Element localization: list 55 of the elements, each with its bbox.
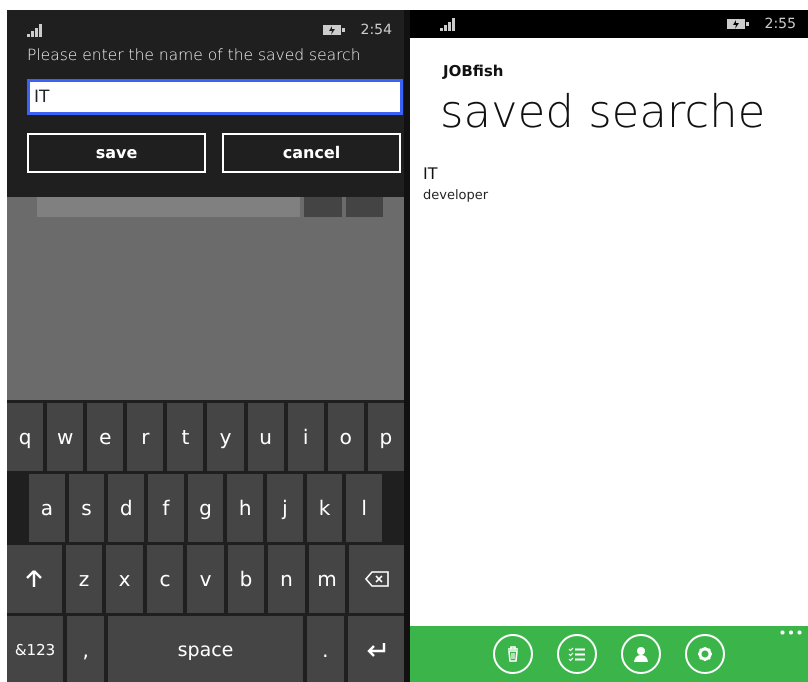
keyboard-key[interactable]: j [267,474,303,542]
keyboard-key[interactable]: g [188,474,224,542]
keyboard-key[interactable]: i [288,403,324,471]
keyboard-key[interactable]: y [207,403,244,471]
keyboard-key[interactable]: h [227,474,264,542]
status-time: 2:54 [360,20,392,40]
keyboard-key[interactable]: b [228,545,264,613]
saved-search-subtitle: developer [423,187,490,205]
dialog-button[interactable]: cancel [222,133,401,174]
keyboard-key[interactable]: e [87,403,124,471]
page-title: saved searche [440,86,766,136]
keyboard-key[interactable]: t [167,403,204,471]
battery-charging-icon [322,24,345,36]
symbols-key[interactable]: &123 [7,616,64,682]
delete-button[interactable] [493,634,533,674]
list-button[interactable] [557,634,597,674]
keyboard-key[interactable]: k [306,474,342,542]
keyboard-key[interactable]: w [47,403,84,471]
keyboard-key[interactable]: u [248,403,284,471]
shift-key[interactable] [7,545,62,613]
keyboard-key[interactable]: p [368,403,404,471]
dialog-button[interactable]: save [27,133,206,174]
status-time: 2:55 [764,14,796,34]
keyboard-key[interactable]: a [29,474,65,542]
battery-charging-icon [726,18,749,30]
signal-icon [440,18,458,30]
keyboard-key[interactable]: z [66,545,102,613]
keyboard-key[interactable]: s [68,474,104,542]
settings-button[interactable] [685,634,725,674]
signal-icon [27,24,45,36]
enter-key[interactable] [348,616,404,682]
keyboard-key[interactable]: r [127,403,164,471]
keyboard-key[interactable]: . [306,616,344,682]
keyboard-key[interactable]: , [67,616,104,682]
keyboard-key[interactable]: c [146,545,184,613]
saved-search-title[interactable]: IT [423,162,808,186]
profile-button[interactable] [621,634,661,674]
backspace-key[interactable] [349,545,404,613]
enter-arrow-icon [366,642,386,658]
dialog-prompt: Please enter the name of the saved search [27,45,362,66]
keyboard-key[interactable]: q [7,403,44,471]
keyboard-key[interactable]: x [106,545,143,613]
app-title: JOBfish [443,61,504,82]
keyboard-key[interactable]: o [328,403,364,471]
keyboard-key[interactable]: l [346,474,382,542]
space-key[interactable]: space [108,616,303,682]
backspace-icon [364,571,389,587]
more-icon[interactable] [780,630,802,635]
keyboard-key[interactable]: m [308,545,346,613]
keyboard-key[interactable]: n [268,545,305,613]
name-input-field[interactable]: IT [27,79,403,116]
keyboard-key[interactable]: d [108,474,144,542]
keyboard-key[interactable]: f [148,474,184,542]
shift-arrow-icon [26,570,42,588]
keyboard-key[interactable]: v [187,545,224,613]
